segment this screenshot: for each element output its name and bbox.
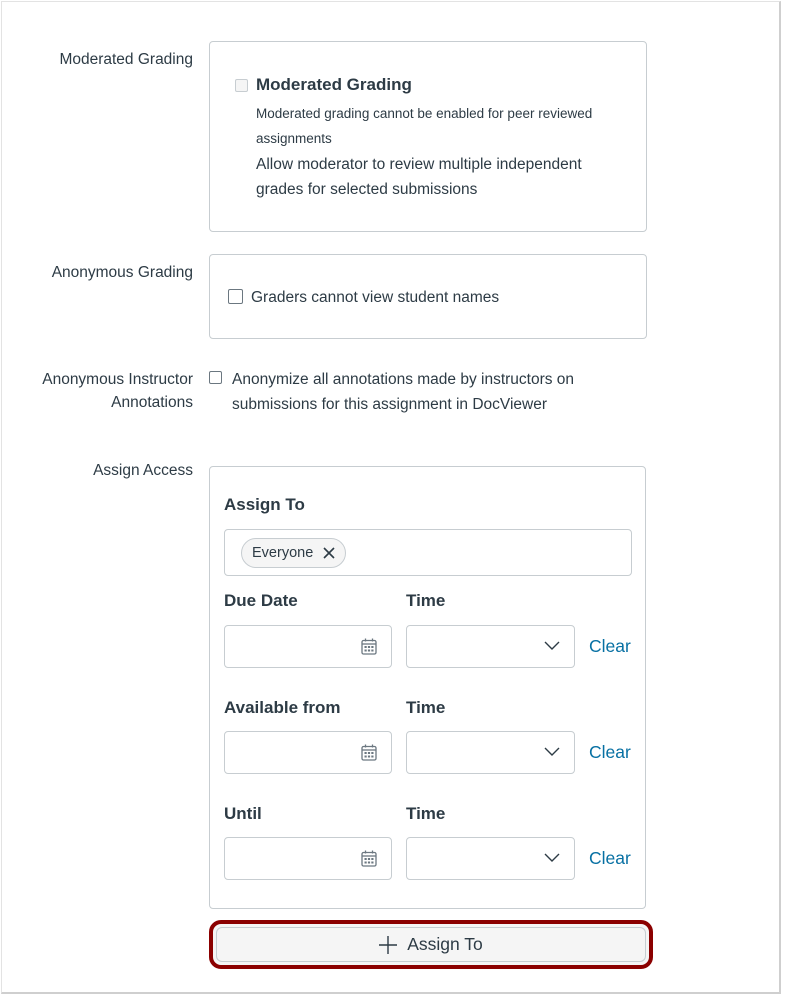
assignee-pill[interactable]: Everyone [241,538,347,568]
anonymous-grading-label: Anonymous Grading [51,264,193,281]
remove-assignee-icon[interactable] [323,547,335,559]
anonymous-annotations-checkbox-label-2: submissions for this assignment in DocVi… [232,396,548,413]
until-date-input[interactable] [224,837,392,880]
moderated-grading-description-1: Allow moderator to review multiple indep… [256,156,582,173]
anonymous-annotations-label-2: Annotations [111,394,193,411]
assign-access-label: Assign Access [93,462,193,479]
clear-available-from-link[interactable]: Clear [589,742,631,763]
anonymous-grading-box: Graders cannot view student names [209,254,647,339]
assign-to-input[interactable]: Everyone [224,529,632,576]
anonymous-annotations-checkbox-label-1: Anonymize all annotations made by instru… [232,371,575,388]
assign-to-label: Assign To [224,495,305,514]
due-date-input[interactable] [224,625,392,668]
until-label: Until [224,804,262,823]
moderated-grading-box: Moderated Grading Moderated grading cann… [209,41,647,232]
add-assign-to-label: Assign To [407,934,483,954]
available-from-label: Available from [224,698,341,717]
until-time-select[interactable] [406,837,575,880]
available-from-input[interactable] [224,731,392,774]
plus-icon [379,935,398,954]
assign-access-card: Assign To Everyone Due Date Time Clear A… [209,466,646,909]
anonymous-annotations-checkbox[interactable] [209,371,222,384]
due-time-label: Time [406,591,446,610]
clear-due-date-link[interactable]: Clear [589,636,631,657]
moderated-grading-checkbox-label: Moderated Grading [256,75,412,94]
calendar-icon[interactable] [361,850,377,867]
assignee-name: Everyone [252,545,314,561]
anonymous-grading-checkbox[interactable] [228,289,243,304]
add-assign-to-button[interactable]: Assign To [209,920,653,969]
chevron-down-icon [544,641,560,650]
clear-until-link[interactable]: Clear [589,848,631,869]
due-date-label: Due Date [224,591,298,610]
due-time-select[interactable] [406,625,575,668]
moderated-grading-checkbox[interactable] [235,79,248,92]
moderated-grading-label: Moderated Grading [59,51,193,68]
moderated-grading-warning-1: Moderated grading cannot be enabled for … [256,106,593,121]
moderated-grading-warning-2: assignments [256,131,332,146]
calendar-icon[interactable] [361,638,377,655]
moderated-grading-description-2: grades for selected submissions [256,181,478,198]
chevron-down-icon [544,747,560,756]
anonymous-annotations-label-1: Anonymous Instructor [42,371,193,388]
available-from-time-label: Time [406,698,446,717]
chevron-down-icon [544,853,560,862]
calendar-icon[interactable] [361,744,377,761]
until-time-label: Time [406,804,446,823]
available-from-time-select[interactable] [406,731,575,774]
anonymous-grading-checkbox-label: Graders cannot view student names [251,289,500,306]
